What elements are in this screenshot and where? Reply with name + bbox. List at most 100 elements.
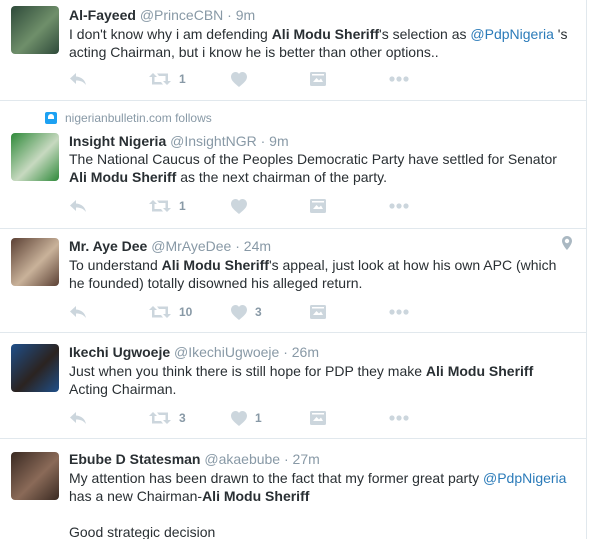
timestamp-separator: · [235, 238, 244, 254]
avatar[interactable] [11, 6, 59, 54]
tweet-text-segment: has a new Chairman- [69, 488, 203, 504]
tweet-text-segment: Good strategic decision [69, 524, 216, 539]
reply-button[interactable] [69, 408, 87, 428]
fullname[interactable]: Ikechi Ugwoeje [69, 344, 170, 360]
like-icon [231, 71, 247, 87]
tweet-text-segment: Acting Chairman. [69, 381, 177, 397]
retweets-count: 1 [179, 72, 186, 86]
retweet-button[interactable]: 1 [149, 69, 186, 89]
reply-button[interactable] [69, 69, 87, 89]
direct-message-button[interactable] [310, 196, 326, 216]
location-icon[interactable] [562, 236, 572, 250]
retweet-button[interactable]: 1 [149, 196, 186, 216]
tweet[interactable]: Mr. Aye Dee @MrAyeDee · 24m To understan… [0, 229, 586, 333]
handle[interactable]: @InsightNGR [170, 133, 257, 149]
reply-button[interactable] [69, 302, 87, 322]
tweet[interactable]: Al-Fayeed @PrinceCBN · 9m I don't know w… [0, 0, 586, 101]
handle[interactable]: @akaebube [204, 451, 280, 467]
fullname[interactable]: Mr. Aye Dee [69, 238, 147, 254]
avatar[interactable] [11, 452, 59, 500]
tweet-header: Mr. Aye Dee @MrAyeDee · 24m [69, 237, 271, 255]
handle[interactable]: @MrAyeDee [151, 238, 231, 254]
reply-icon [69, 72, 87, 86]
more-icon [389, 309, 409, 315]
avatar[interactable] [11, 238, 59, 286]
dm-icon [310, 72, 326, 86]
timestamp[interactable]: 9m [236, 7, 255, 23]
timestamp-separator: · [283, 344, 292, 360]
tweet-actions: 31 [69, 408, 429, 428]
tweet-header: Al-Fayeed @PrinceCBN · 9m [69, 6, 255, 24]
fullname[interactable]: Ebube D Statesman [69, 451, 200, 467]
keyword-highlight: Ali Modu Sheriff [202, 488, 310, 504]
retweet-icon [149, 305, 171, 319]
retweets-count: 10 [179, 305, 193, 319]
tweet-text-segment: My attention has been drawn to the fact … [69, 470, 483, 486]
tweet-text-segment: as the next chairman of the party. [176, 169, 387, 185]
avatar[interactable] [11, 344, 59, 392]
more-button[interactable] [389, 69, 409, 89]
like-button[interactable]: 3 [231, 302, 262, 322]
like-button[interactable] [231, 196, 247, 216]
fullname[interactable]: Al-Fayeed [69, 7, 136, 23]
mention-link[interactable]: @PdpNigeria [483, 470, 566, 486]
like-icon [231, 198, 247, 214]
direct-message-button[interactable] [310, 408, 326, 428]
tweet-text-segment: To understand [69, 257, 162, 273]
reply-button[interactable] [69, 196, 87, 216]
dm-icon [310, 305, 326, 319]
dm-icon [310, 411, 326, 425]
timestamp-separator: · [227, 7, 236, 23]
reply-icon [69, 411, 87, 425]
tweet-text-segment: I don't know why i am defending [69, 26, 272, 42]
more-button[interactable] [389, 302, 409, 322]
more-button[interactable] [389, 196, 409, 216]
tweet-header: Insight Nigeria @InsightNGR · 9m [69, 132, 289, 150]
tweet[interactable]: Ebube D Statesman @akaebube · 27m My att… [0, 439, 586, 539]
keyword-highlight: Ali Modu Sheriff [271, 26, 380, 42]
social-context-text[interactable]: nigerianbulletin.com follows [65, 111, 212, 125]
likes-count: 1 [255, 411, 262, 425]
keyword-highlight: Ali Modu Sheriff [69, 169, 177, 185]
retweet-button[interactable]: 10 [149, 302, 192, 322]
more-icon [389, 415, 409, 421]
tweet-text: I don't know why i am defending Ali Modu… [69, 25, 574, 61]
social-context: nigerianbulletin.com follows [45, 111, 212, 125]
tweet-actions: 1 [69, 69, 429, 89]
retweet-icon [149, 72, 171, 86]
mention-link[interactable]: @PdpNigeria [470, 26, 553, 42]
handle[interactable]: @IkechiUgwoeje [174, 344, 279, 360]
likes-count: 3 [255, 305, 262, 319]
tweet[interactable]: Ikechi Ugwoeje @IkechiUgwoeje · 26m Just… [0, 333, 586, 439]
like-button[interactable] [231, 69, 247, 89]
dm-icon [310, 199, 326, 213]
tweet-text: Just when you think there is still hope … [69, 362, 574, 398]
retweet-icon [149, 411, 171, 425]
keyword-highlight: Ali Modu Sheriff [425, 363, 534, 379]
timestamp[interactable]: 9m [269, 133, 288, 149]
tweet-text-segment: Just when you think there is still hope … [69, 363, 426, 379]
retweets-count: 3 [179, 411, 186, 425]
tweet-header: Ebube D Statesman @akaebube · 27m [69, 450, 320, 468]
avatar[interactable] [11, 133, 59, 181]
tweet[interactable]: nigerianbulletin.com follows Insight Nig… [0, 101, 586, 229]
timestamp-separator: · [260, 133, 270, 149]
handle[interactable]: @PrinceCBN [140, 7, 223, 23]
reply-icon [69, 305, 87, 319]
like-icon [231, 304, 247, 320]
fullname[interactable]: Insight Nigeria [69, 133, 166, 149]
like-icon [231, 410, 247, 426]
more-icon [389, 203, 409, 209]
more-button[interactable] [389, 408, 409, 428]
timeline: Al-Fayeed @PrinceCBN · 9m I don't know w… [0, 0, 587, 539]
direct-message-button[interactable] [310, 69, 326, 89]
timestamp[interactable]: 27m [293, 451, 320, 467]
tweet-text-segment: The National Caucus of the Peoples Democ… [69, 151, 557, 167]
timestamp[interactable]: 24m [244, 238, 271, 254]
follows-icon [45, 112, 57, 124]
like-button[interactable]: 1 [231, 408, 262, 428]
timestamp[interactable]: 26m [292, 344, 319, 360]
tweet-text-segment: 's selection as [379, 26, 471, 42]
retweet-button[interactable]: 3 [149, 408, 186, 428]
direct-message-button[interactable] [310, 302, 326, 322]
